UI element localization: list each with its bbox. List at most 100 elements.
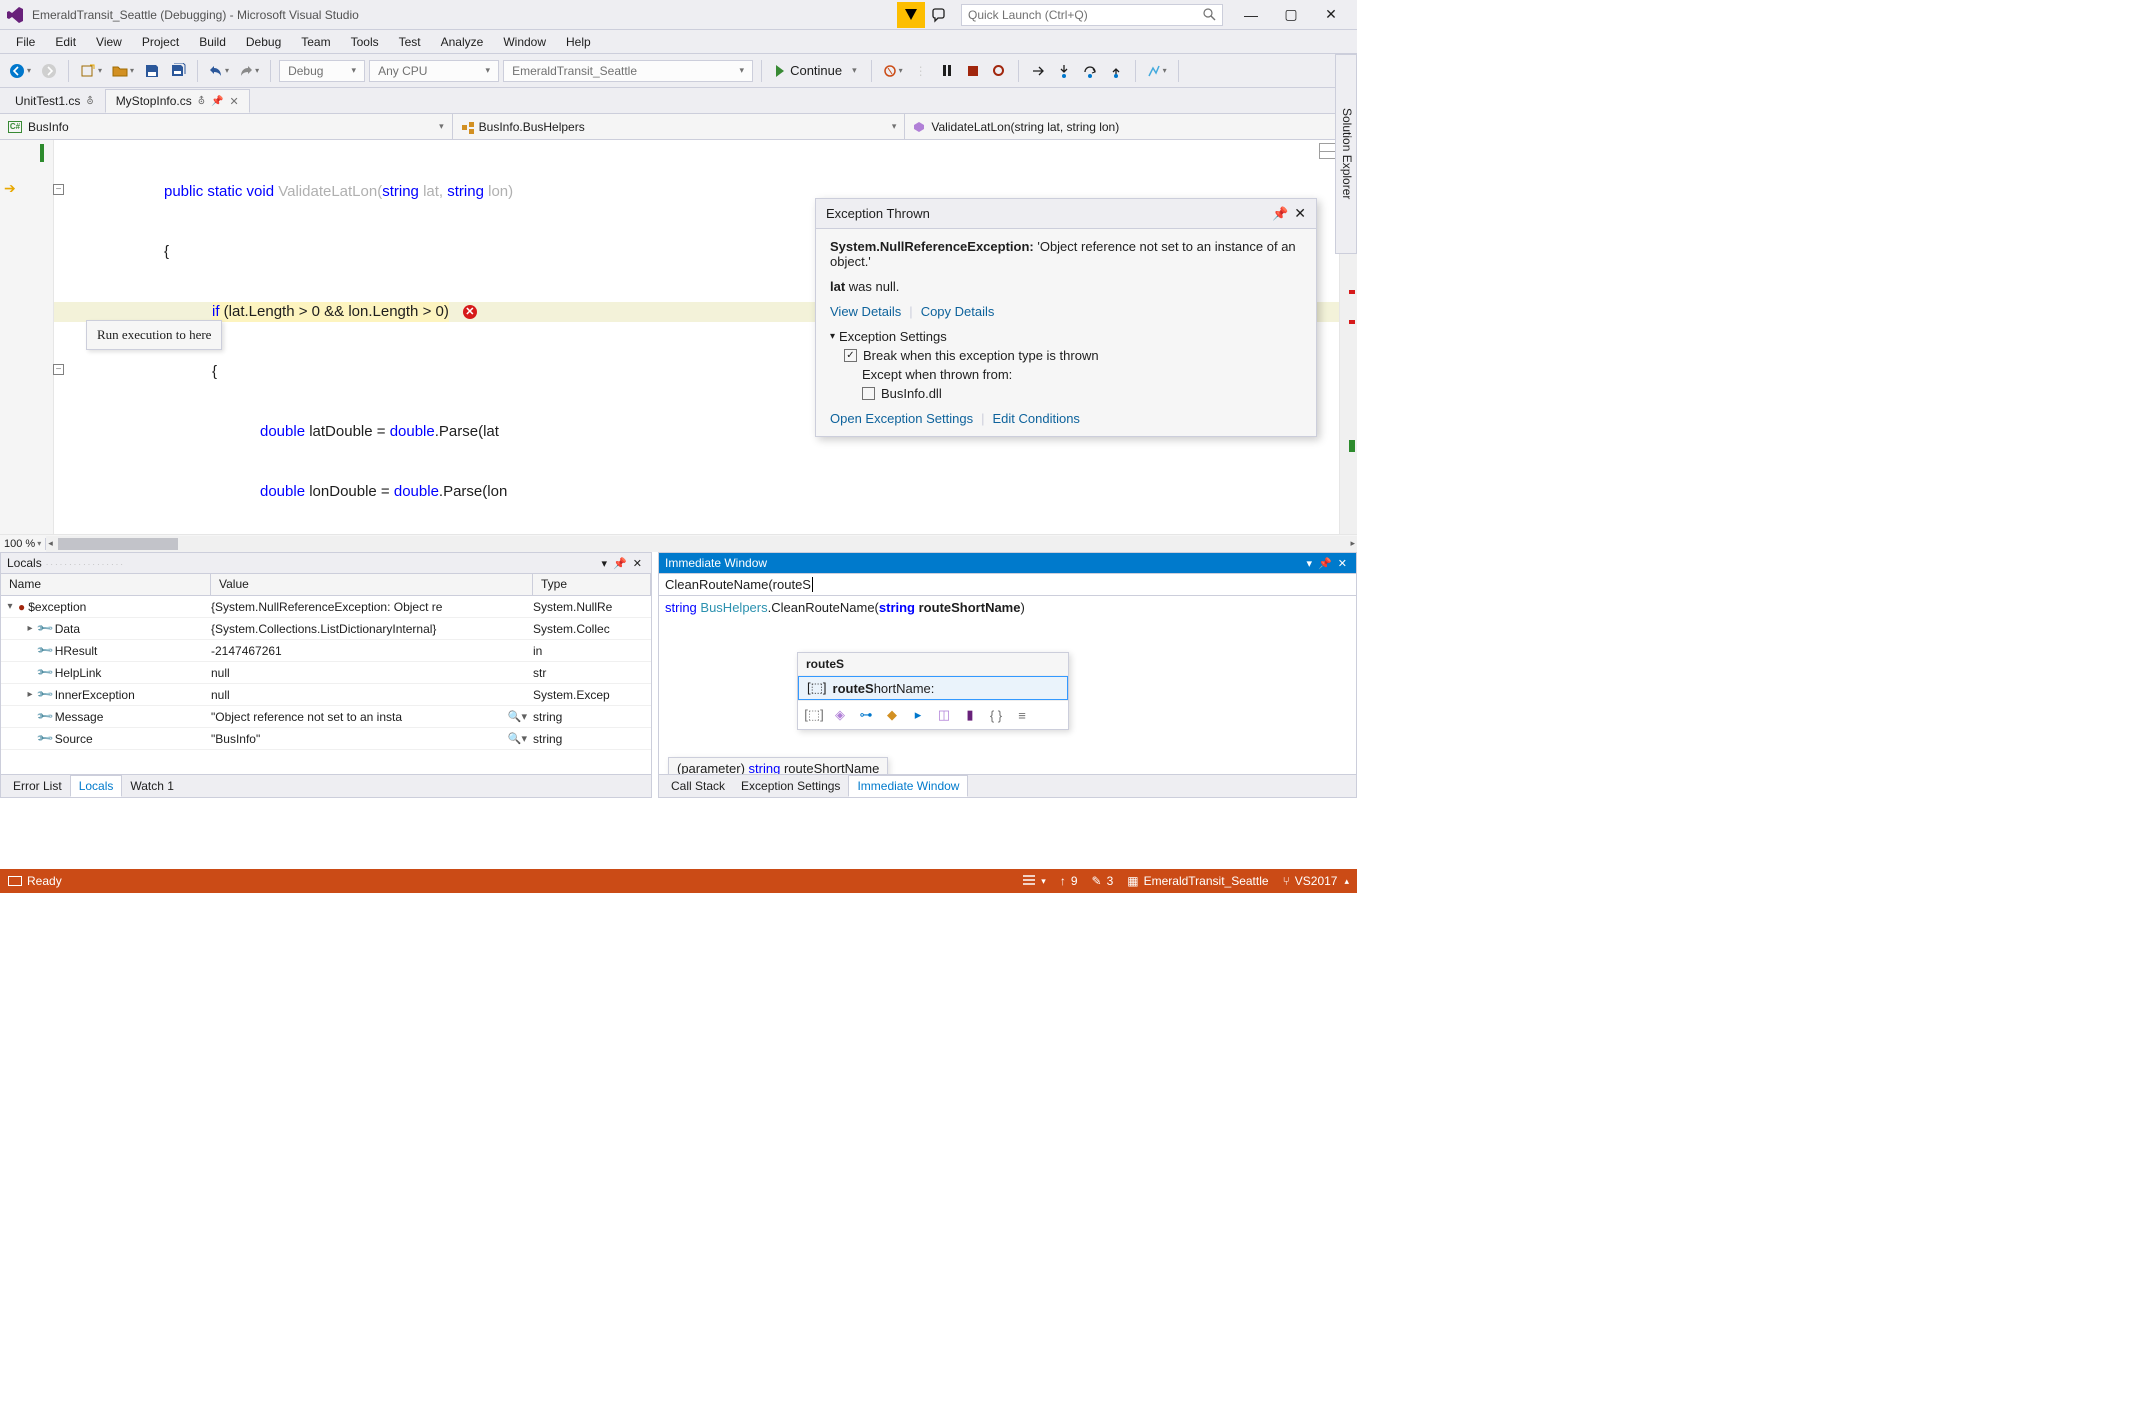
- locals-row[interactable]: 🔧HResult-2147467261in: [1, 640, 651, 662]
- stop-button[interactable]: [962, 59, 984, 83]
- menu-test[interactable]: Test: [389, 32, 431, 52]
- zoom-dropdown[interactable]: 100 %: [0, 538, 46, 550]
- notifications-button[interactable]: [897, 2, 925, 28]
- close-icon[interactable]: ✕: [1294, 205, 1306, 222]
- view-details-link[interactable]: View Details: [830, 304, 901, 319]
- copy-details-link[interactable]: Copy Details: [921, 304, 995, 319]
- minimize-button[interactable]: —: [1237, 4, 1265, 26]
- menu-project[interactable]: Project: [132, 32, 189, 52]
- step-over-button[interactable]: [1079, 59, 1101, 83]
- close-icon[interactable]: ✕: [1335, 557, 1350, 570]
- save-all-button[interactable]: [167, 59, 189, 83]
- tab-exception-settings[interactable]: Exception Settings: [733, 776, 848, 796]
- step-out-button[interactable]: [1105, 59, 1127, 83]
- error-icon[interactable]: ✕: [463, 305, 477, 319]
- tab-locals[interactable]: Locals: [70, 775, 123, 797]
- solution-explorer-collapsed[interactable]: Solution Explorer: [1335, 54, 1357, 254]
- maximize-button[interactable]: ▢: [1277, 4, 1305, 26]
- menu-tools[interactable]: Tools: [341, 32, 389, 52]
- menu-debug[interactable]: Debug: [236, 32, 291, 52]
- locals-row[interactable]: 🔧Source"BusInfo"🔍▾string: [1, 728, 651, 750]
- status-changes[interactable]: ✎3: [1092, 874, 1114, 888]
- member-dropdown[interactable]: ValidateLatLon(string lat, string lon): [905, 114, 1357, 139]
- close-button[interactable]: ✕: [1317, 4, 1345, 26]
- nav-back-button[interactable]: [6, 59, 34, 83]
- editor-horizontal-scrollbar[interactable]: [46, 536, 1357, 552]
- break-all-button[interactable]: [880, 59, 906, 83]
- menu-view[interactable]: View: [86, 32, 132, 52]
- step-into-button[interactable]: [1053, 59, 1075, 83]
- menu-edit[interactable]: Edit: [45, 32, 86, 52]
- show-next-statement-button[interactable]: [1027, 59, 1049, 83]
- new-project-button[interactable]: [77, 59, 105, 83]
- edit-conditions-link[interactable]: Edit Conditions: [992, 411, 1079, 426]
- chevron-down-icon[interactable]: ▾: [830, 331, 835, 342]
- menu-build[interactable]: Build: [189, 32, 236, 52]
- startup-project-select[interactable]: EmeraldTransit_Seattle: [503, 60, 753, 82]
- pause-button[interactable]: [936, 59, 958, 83]
- status-repo[interactable]: ▦EmeraldTransit_Seattle: [1127, 874, 1268, 888]
- close-icon[interactable]: ✕: [630, 557, 645, 570]
- continue-button[interactable]: Continue: [770, 59, 863, 83]
- tab-mystopinfo[interactable]: MyStopInfo.cs ⛢ 📌 ✕: [105, 89, 250, 113]
- break-on-throw-checkbox[interactable]: [844, 349, 857, 362]
- locals-columns[interactable]: Name Value Type: [1, 574, 651, 596]
- pin-icon[interactable]: ⛢: [86, 96, 93, 107]
- locals-row[interactable]: ▸🔧InnerExceptionnullSystem.Excep: [1, 684, 651, 706]
- menu-window[interactable]: Window: [493, 32, 556, 52]
- intellitrace-button[interactable]: [1144, 59, 1170, 83]
- restart-button[interactable]: [988, 59, 1010, 83]
- pin-icon[interactable]: 📌: [1315, 557, 1335, 570]
- quick-launch-input[interactable]: Quick Launch (Ctrl+Q): [961, 4, 1223, 26]
- filter-local-icon: [⬚]: [806, 707, 822, 723]
- nav-fwd-button[interactable]: [38, 59, 60, 83]
- editor-gutter[interactable]: ➔ − −: [0, 140, 54, 534]
- parameter-tooltip: (parameter) string routeShortName: [668, 757, 888, 774]
- class-dropdown[interactable]: BusInfo.BusHelpers: [453, 114, 906, 139]
- code-editor[interactable]: ➔ − − public static void ValidateLatLon(…: [0, 140, 1357, 534]
- status-list-icon[interactable]: ▾: [1022, 875, 1046, 887]
- bottom-panel-area: Locals ▾ 📌 ✕ Name Value Type ▾●$exceptio…: [0, 552, 1357, 798]
- completion-filter-icons[interactable]: [⬚] ◈ ⊶ ◆ ▸ ◫ ▮ { } ≡: [798, 700, 1068, 729]
- quick-launch-placeholder: Quick Launch (Ctrl+Q): [968, 8, 1203, 22]
- redo-button[interactable]: [236, 59, 262, 83]
- locals-row[interactable]: 🔧HelpLinknullstr: [1, 662, 651, 684]
- menu-team[interactable]: Team: [291, 32, 340, 52]
- window-menu-icon[interactable]: ▾: [1304, 557, 1316, 570]
- feedback-button[interactable]: [927, 2, 953, 28]
- locals-row[interactable]: ▸🔧Data{System.Collections.ListDictionary…: [1, 618, 651, 640]
- signature-help: string BusHelpers.CleanRouteName(string …: [659, 596, 1356, 620]
- preview-pin-icon[interactable]: 📌: [211, 96, 223, 107]
- menu-help[interactable]: Help: [556, 32, 601, 52]
- locals-row[interactable]: 🔧Message"Object reference not set to an …: [1, 706, 651, 728]
- tab-call-stack[interactable]: Call Stack: [663, 776, 733, 796]
- completion-list[interactable]: routeS [⬚] routeShortName: [⬚] ◈ ⊶ ◆ ▸ ◫…: [797, 652, 1069, 730]
- namespace-dropdown[interactable]: C#BusInfo: [0, 114, 453, 139]
- current-statement-arrow-icon: ➔: [4, 180, 16, 197]
- filter-field-icon: ⊶: [858, 707, 874, 723]
- pin-icon[interactable]: 📌: [610, 557, 630, 570]
- open-file-button[interactable]: [109, 59, 137, 83]
- tab-watch1[interactable]: Watch 1: [122, 776, 182, 796]
- close-tab-icon[interactable]: ✕: [230, 95, 239, 108]
- config-select[interactable]: Debug: [279, 60, 365, 82]
- tab-unittest1[interactable]: UnitTest1.cs ⛢: [4, 89, 105, 113]
- exception-message: System.NullReferenceException: 'Object r…: [830, 239, 1302, 269]
- window-menu-icon[interactable]: ▾: [599, 557, 611, 570]
- save-button[interactable]: [141, 59, 163, 83]
- locals-row[interactable]: ▾●$exception{System.NullReferenceExcepti…: [1, 596, 651, 618]
- open-exception-settings-link[interactable]: Open Exception Settings: [830, 411, 973, 426]
- menu-analyze[interactable]: Analyze: [431, 32, 494, 52]
- tab-error-list[interactable]: Error List: [5, 776, 70, 796]
- completion-item[interactable]: [⬚] routeShortName:: [798, 676, 1068, 700]
- menu-file[interactable]: File: [6, 32, 45, 52]
- pin-icon[interactable]: 📌: [1266, 206, 1294, 222]
- status-publish[interactable]: ↑9: [1060, 874, 1078, 888]
- immediate-input[interactable]: CleanRouteName(routeS: [659, 574, 1356, 596]
- pin-icon[interactable]: ⛢: [198, 96, 205, 107]
- platform-select[interactable]: Any CPU: [369, 60, 499, 82]
- except-module-checkbox[interactable]: [862, 387, 875, 400]
- status-branch[interactable]: ⑂VS2017▴: [1283, 874, 1349, 888]
- tab-immediate-window[interactable]: Immediate Window: [848, 775, 968, 797]
- undo-button[interactable]: [206, 59, 232, 83]
